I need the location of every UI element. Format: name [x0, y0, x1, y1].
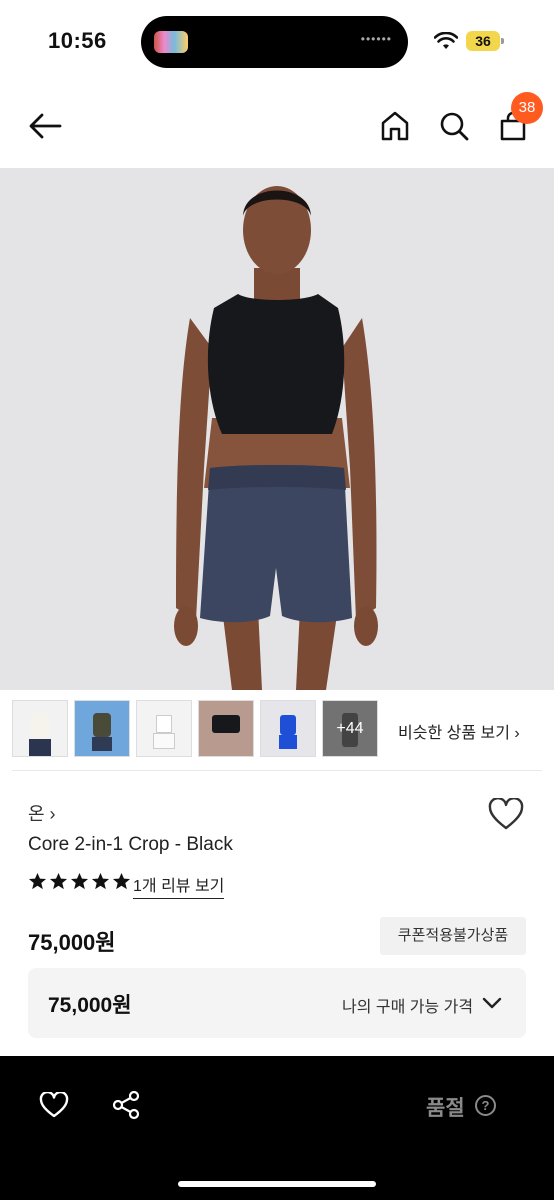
rating-stars [28, 872, 131, 891]
now-playing-thumbnail [154, 31, 188, 53]
home-icon[interactable] [380, 110, 410, 142]
thumbnail-2[interactable] [74, 700, 130, 757]
thumbnail-more[interactable]: +44 [322, 700, 378, 757]
home-indicator [178, 1181, 376, 1187]
product-main-image[interactable] [0, 168, 554, 690]
model-figure-image [174, 186, 378, 690]
back-arrow-icon[interactable] [28, 112, 62, 140]
like-heart-icon[interactable] [39, 1092, 69, 1118]
review-link[interactable]: 1개 리뷰 보기 [133, 872, 225, 899]
status-bar: 10:56 •••••• 36 [0, 0, 554, 84]
similar-products-link[interactable]: 비슷한 상품 보기 › [398, 719, 520, 743]
star-icon [28, 872, 47, 890]
battery-indicator: 36 [466, 31, 504, 51]
star-icon [49, 872, 68, 890]
activity-dots: •••••• [360, 32, 392, 46]
thumbnail-strip: +44 [12, 700, 378, 758]
star-icon [70, 872, 89, 890]
wifi-icon [434, 32, 458, 49]
coupon-badge: 쿠폰적용불가상품 [380, 917, 526, 955]
thumbnail-1[interactable] [12, 700, 68, 757]
chevron-down-icon [482, 997, 502, 1009]
share-icon[interactable] [111, 1090, 141, 1120]
more-images-count: +44 [323, 701, 377, 756]
my-price-value: 75,000원 [48, 994, 132, 1017]
star-icon [91, 872, 110, 890]
section-divider [12, 770, 542, 771]
search-icon[interactable] [438, 110, 470, 142]
brand-link[interactable]: 온 › [28, 800, 56, 826]
dynamic-island: •••••• [141, 16, 408, 68]
sold-out-label: 품절 [426, 1097, 465, 1120]
my-price-label: 나의 구매 가능 가격 [342, 999, 474, 1016]
wishlist-heart-icon[interactable] [488, 798, 524, 830]
star-icon [112, 872, 131, 890]
bottom-action-bar [0, 1056, 554, 1200]
thumbnail-5[interactable] [260, 700, 316, 757]
help-icon[interactable]: ? [475, 1095, 496, 1116]
product-price: 75,000원 [28, 930, 116, 955]
cart-count-badge: 38 [511, 92, 543, 124]
status-time: 10:56 [48, 28, 107, 53]
thumbnail-4[interactable] [198, 700, 254, 757]
app-header [0, 84, 554, 168]
my-price-box[interactable]: 75,000원 나의 구매 가능 가격 [28, 968, 526, 1038]
product-name: Core 2-in-1 Crop - Black [28, 834, 233, 855]
thumbnail-3[interactable] [136, 700, 192, 757]
